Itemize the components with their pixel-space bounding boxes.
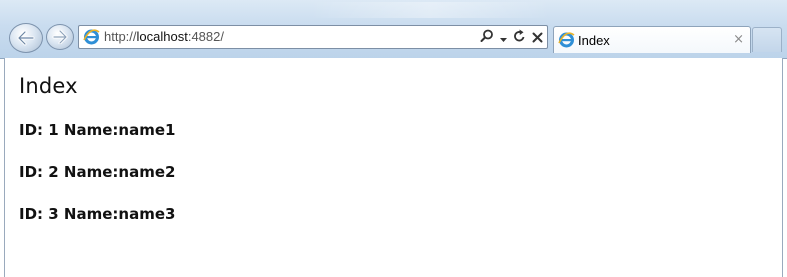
url-host: localhost xyxy=(136,29,188,44)
stop-icon[interactable] xyxy=(532,28,543,47)
address-url[interactable]: http://localhost:4882/ xyxy=(104,29,224,45)
page-title: Index xyxy=(19,74,78,98)
forward-arrow-icon xyxy=(52,30,68,44)
list-item: ID: 3 Name:name3 xyxy=(19,205,176,223)
list-item: ID: 1 Name:name1 xyxy=(19,121,176,139)
forward-button[interactable] xyxy=(46,24,74,50)
search-icon[interactable] xyxy=(480,28,494,47)
back-button[interactable] xyxy=(9,23,43,53)
dropdown-arrow-icon[interactable] xyxy=(500,28,507,47)
tab-title: Index xyxy=(578,33,610,48)
window-title-blur xyxy=(310,2,550,18)
tab-index[interactable]: Index × xyxy=(553,26,751,53)
browser-toolbar: http://localhost:4882/ Index × xyxy=(0,0,787,59)
record-list: ID: 1 Name:name1 ID: 2 Name:name2 ID: 3 … xyxy=(19,120,175,246)
url-port-path: :4882/ xyxy=(187,29,224,44)
new-tab-button[interactable] xyxy=(752,27,782,52)
ie-logo-icon xyxy=(558,32,575,48)
back-arrow-icon xyxy=(17,30,35,46)
address-bar[interactable]: http://localhost:4882/ xyxy=(78,25,548,49)
refresh-icon[interactable] xyxy=(513,28,526,47)
ie-logo-icon xyxy=(83,29,100,45)
list-item: ID: 2 Name:name2 xyxy=(19,163,176,181)
close-icon[interactable]: × xyxy=(733,32,744,47)
url-protocol: http:// xyxy=(104,29,137,44)
address-tools xyxy=(480,28,543,46)
